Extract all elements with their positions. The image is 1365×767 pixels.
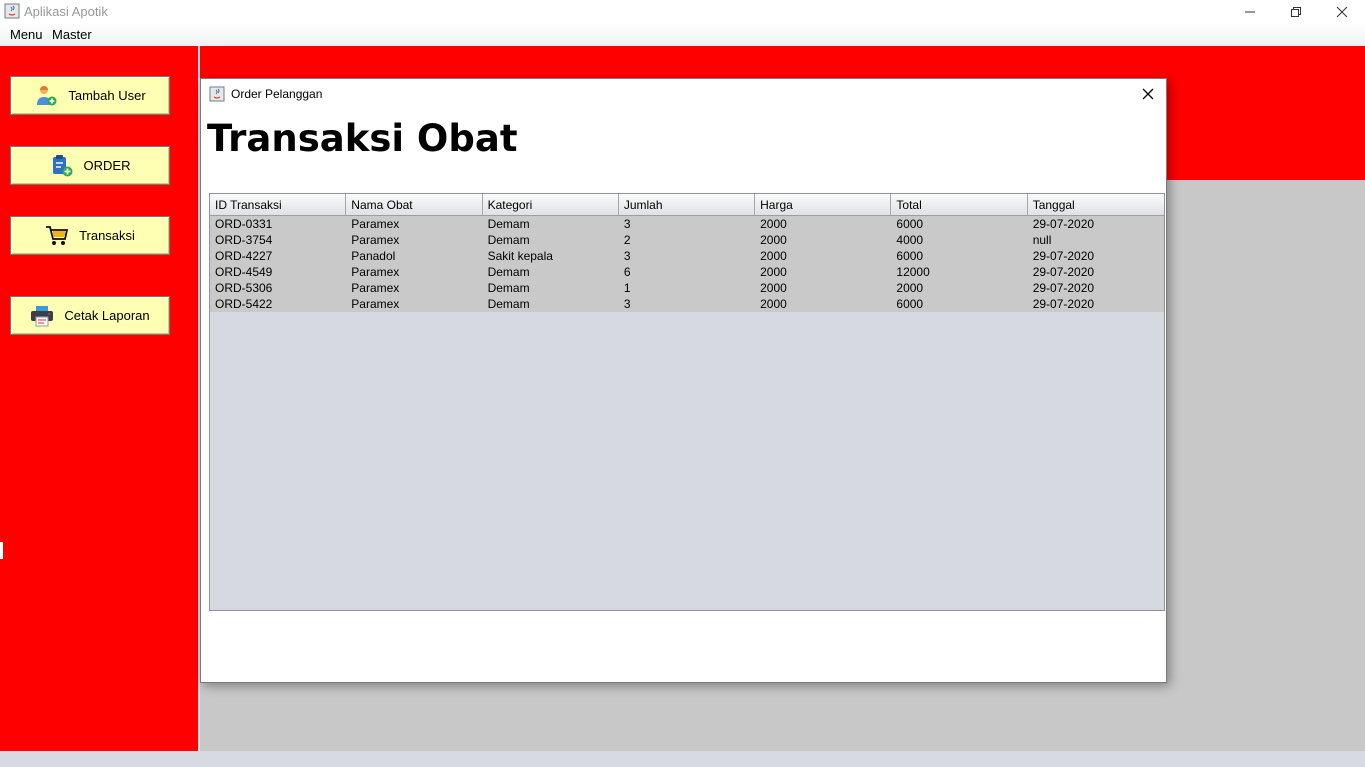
- table-header: ID Transaksi Nama Obat Kategori Jumlah H…: [210, 194, 1164, 216]
- table-row[interactable]: ORD-4549 Paramex Demam 6 2000 12000 29-0…: [210, 264, 1164, 280]
- column-header[interactable]: Kategori: [483, 194, 619, 216]
- table-body: ORD-0331 Paramex Demam 3 2000 6000 29-07…: [210, 216, 1164, 312]
- table-cell: Paramex: [351, 233, 400, 247]
- table-cell: 2000: [760, 265, 787, 279]
- cetak-laporan-button[interactable]: Cetak Laporan: [10, 296, 170, 335]
- menubar: Menu Master: [0, 24, 1365, 46]
- table-cell: 2000: [760, 233, 787, 247]
- table-cell: ORD-5422: [215, 297, 273, 311]
- dialog-title: Order Pelanggan: [231, 87, 323, 101]
- table-cell: 3: [623, 249, 631, 263]
- java-app-icon: [209, 86, 225, 102]
- table-cell: 6000: [896, 297, 924, 311]
- column-header[interactable]: Tanggal: [1028, 194, 1164, 216]
- table-cell: 29-07-2020: [1032, 265, 1095, 279]
- table-row[interactable]: ORD-0331 Paramex Demam 3 2000 6000 29-07…: [210, 216, 1164, 232]
- table-cell: Demam: [487, 281, 530, 295]
- restore-button[interactable]: [1273, 0, 1319, 24]
- table-cell: Paramex: [351, 297, 400, 311]
- table-cell: 4000: [896, 233, 924, 247]
- table-cell: 2000: [760, 281, 787, 295]
- table-cell: 2000: [760, 249, 787, 263]
- transaksi-button[interactable]: Transaksi: [10, 216, 170, 255]
- table-row[interactable]: ORD-3754 Paramex Demam 2 2000 4000 null: [210, 232, 1164, 248]
- table-cell: 12000: [896, 265, 930, 279]
- table-cell: ORD-0331: [215, 217, 273, 231]
- menu-master[interactable]: Master: [52, 27, 92, 42]
- table-cell: 2: [623, 233, 631, 247]
- table-cell: ORD-4549: [215, 265, 273, 279]
- edge-marker: [0, 542, 3, 559]
- close-window-button[interactable]: [1319, 0, 1365, 24]
- column-header[interactable]: Nama Obat: [346, 194, 483, 216]
- table-cell: ORD-3754: [215, 233, 273, 247]
- table-cell: 6000: [896, 217, 924, 231]
- status-strip: [0, 751, 1365, 767]
- column-header[interactable]: Harga: [755, 194, 892, 216]
- transaksi-table[interactable]: ID Transaksi Nama Obat Kategori Jumlah H…: [209, 193, 1165, 611]
- cart-icon: [45, 224, 69, 248]
- menu-menu[interactable]: Menu: [10, 27, 43, 42]
- table-row[interactable]: ORD-4227 Panadol Sakit kepala 3 2000 600…: [210, 248, 1164, 264]
- transaksi-label: Transaksi: [79, 228, 135, 243]
- table-cell: 29-07-2020: [1032, 217, 1095, 231]
- table-cell: 3: [623, 217, 631, 231]
- table-cell: Panadol: [351, 249, 396, 263]
- close-dialog-button[interactable]: [1139, 85, 1157, 103]
- table-cell: ORD-5306: [215, 281, 273, 295]
- table-row[interactable]: ORD-5422 Paramex Demam 3 2000 6000 29-07…: [210, 296, 1164, 312]
- table-cell: 29-07-2020: [1032, 297, 1095, 311]
- order-button[interactable]: ORDER: [10, 146, 170, 185]
- table-cell: Demam: [487, 217, 530, 231]
- table-cell: Demam: [487, 297, 530, 311]
- table-cell: Demam: [487, 233, 530, 247]
- table-cell: Paramex: [351, 265, 400, 279]
- table-cell: 2000: [760, 297, 787, 311]
- table-row[interactable]: ORD-5306 Paramex Demam 1 2000 2000 29-07…: [210, 280, 1164, 296]
- table-cell: null: [1032, 233, 1052, 247]
- table-cell: Paramex: [351, 281, 400, 295]
- table-cell: Demam: [487, 265, 530, 279]
- table-cell: 29-07-2020: [1032, 249, 1095, 263]
- tambah-user-button[interactable]: Tambah User: [10, 76, 170, 115]
- window-titlebar: Aplikasi Apotik: [0, 0, 1365, 24]
- table-cell: 1: [623, 281, 631, 295]
- order-pelanggan-dialog: Order Pelanggan Transaksi Obat ID Transa…: [200, 78, 1167, 683]
- column-header[interactable]: ID Transaksi: [210, 194, 347, 216]
- java-app-icon: [4, 3, 20, 19]
- column-header[interactable]: Total: [891, 194, 1028, 216]
- page-title: Transaksi Obat: [207, 117, 518, 160]
- table-cell: 6: [623, 265, 631, 279]
- order-label: ORDER: [83, 158, 131, 173]
- table-cell: 2000: [760, 217, 787, 231]
- window-title: Aplikasi Apotik: [24, 4, 108, 19]
- clipboard-add-icon: [50, 154, 74, 178]
- column-header[interactable]: Jumlah: [619, 194, 756, 216]
- add-user-icon: [34, 84, 58, 108]
- table-cell: 29-07-2020: [1032, 281, 1095, 295]
- table-cell: 2000: [896, 281, 924, 295]
- cetak-laporan-label: Cetak Laporan: [64, 308, 150, 323]
- minimize-button[interactable]: [1227, 0, 1273, 24]
- table-cell: ORD-4227: [215, 249, 273, 263]
- table-cell: Paramex: [351, 217, 400, 231]
- table-cell: 6000: [896, 249, 924, 263]
- table-cell: 3: [623, 297, 631, 311]
- table-cell: Sakit kepala: [487, 249, 553, 263]
- printer-icon: [30, 304, 54, 328]
- tambah-user-label: Tambah User: [68, 88, 146, 103]
